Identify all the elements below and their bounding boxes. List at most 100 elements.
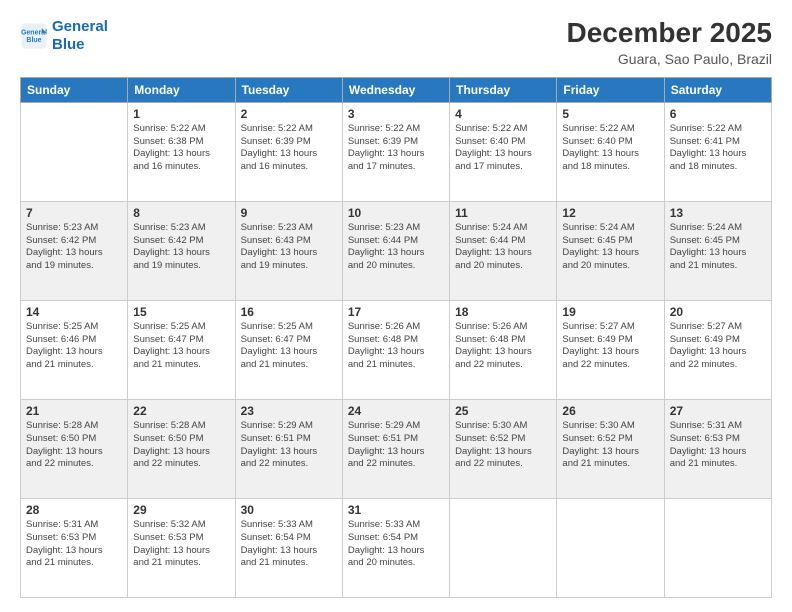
table-row: 21 Sunrise: 5:28 AM Sunset: 6:50 PM Dayli… — [21, 399, 128, 498]
logo-text-blue: Blue — [52, 36, 108, 54]
day-info: Sunrise: 5:26 AM Sunset: 6:48 PM Dayligh… — [455, 321, 551, 372]
table-row: 17Sunrise: 5:26 AM Sunset: 6:48 PM Dayli… — [342, 300, 449, 399]
subtitle: Guara, Sao Paulo, Brazil — [567, 51, 772, 67]
day-info: Sunrise: 5:25 AM Sunset: 6:47 PM Dayligh… — [133, 321, 229, 372]
day-number: 19 — [562, 305, 658, 319]
day-number: 25 — [455, 404, 551, 418]
day-info: Sunrise: 5:22 AM Sunset: 6:39 PM Dayligh… — [241, 123, 337, 174]
table-row: 15 Sunrise: 5:25 AM Sunset: 6:47 PM Dayli… — [128, 300, 235, 399]
day-info: Sunrise: 5:28 AM Sunset: 6:50 PM Dayligh… — [133, 420, 229, 471]
day-number: 10 — [348, 206, 444, 220]
header-sunday: Sunday — [21, 77, 128, 102]
day-number: 14 — [26, 305, 122, 319]
day-number: 29 — [133, 503, 229, 517]
day-info: Sunrise: 5:27 AM Sunset: 6:49 PM Dayligh… — [562, 321, 658, 372]
day-number: 9 — [241, 206, 337, 220]
table-row: 5 Sunrise: 5:22 AM Sunset: 6:40 PM Daylig… — [557, 102, 664, 201]
table-row: 29 Sunrise: 5:32 AM Sunset: 6:53 PM Dayli… — [128, 498, 235, 597]
day-info: Sunrise: 5:23 AM Sunset: 6:43 PM Dayligh… — [241, 222, 337, 273]
day-info: Sunrise: 5:33 AM Sunset: 6:54 PM Dayligh… — [348, 519, 444, 570]
day-number: 7 — [26, 206, 122, 220]
day-info: Sunrise: 5:30 AM Sunset: 6:52 PM Dayligh… — [455, 420, 551, 471]
day-info: Sunrise: 5:22 AM Sunset: 6:41 PM Dayligh… — [670, 123, 766, 174]
day-info: Sunrise: 5:30 AM Sunset: 6:52 PM Dayligh… — [562, 420, 658, 471]
calendar-week-row: 14Sunrise: 5:25 AM Sunset: 6:46 PM Dayli… — [21, 300, 772, 399]
table-row: 27Sunrise: 5:31 AM Sunset: 6:53 PM Dayli… — [664, 399, 771, 498]
day-number: 20 — [670, 305, 766, 319]
day-number: 17 — [348, 305, 444, 319]
svg-text:Blue: Blue — [26, 37, 41, 44]
day-number: 26 — [562, 404, 658, 418]
table-row: 4 Sunrise: 5:22 AM Sunset: 6:40 PM Daylig… — [450, 102, 557, 201]
day-number: 24 — [348, 404, 444, 418]
table-row: 31 Sunrise: 5:33 AM Sunset: 6:54 PM Dayli… — [342, 498, 449, 597]
day-number: 8 — [133, 206, 229, 220]
header-friday: Friday — [557, 77, 664, 102]
day-number: 1 — [133, 107, 229, 121]
table-row: 3 Sunrise: 5:22 AM Sunset: 6:39 PM Daylig… — [342, 102, 449, 201]
table-row: 28Sunrise: 5:31 AM Sunset: 6:53 PM Dayli… — [21, 498, 128, 597]
table-row: 16Sunrise: 5:25 AM Sunset: 6:47 PM Dayli… — [235, 300, 342, 399]
table-row: 10 Sunrise: 5:23 AM Sunset: 6:44 PM Dayli… — [342, 201, 449, 300]
table-row: 14Sunrise: 5:25 AM Sunset: 6:46 PM Dayli… — [21, 300, 128, 399]
table-row: 19 Sunrise: 5:27 AM Sunset: 6:49 PM Dayli… — [557, 300, 664, 399]
day-info: Sunrise: 5:24 AM Sunset: 6:45 PM Dayligh… — [670, 222, 766, 273]
table-row: 9 Sunrise: 5:23 AM Sunset: 6:43 PM Daylig… — [235, 201, 342, 300]
day-number: 6 — [670, 107, 766, 121]
day-info: Sunrise: 5:24 AM Sunset: 6:44 PM Dayligh… — [455, 222, 551, 273]
day-info: Sunrise: 5:27 AM Sunset: 6:49 PM Dayligh… — [670, 321, 766, 372]
main-title: December 2025 — [567, 18, 772, 49]
day-info: Sunrise: 5:29 AM Sunset: 6:51 PM Dayligh… — [348, 420, 444, 471]
table-row: 18 Sunrise: 5:26 AM Sunset: 6:48 PM Dayli… — [450, 300, 557, 399]
day-number: 2 — [241, 107, 337, 121]
day-info: Sunrise: 5:28 AM Sunset: 6:50 PM Dayligh… — [26, 420, 122, 471]
table-row: 26 Sunrise: 5:30 AM Sunset: 6:52 PM Dayli… — [557, 399, 664, 498]
title-block: December 2025 Guara, Sao Paulo, Brazil — [567, 18, 772, 67]
day-info: Sunrise: 5:23 AM Sunset: 6:42 PM Dayligh… — [26, 222, 122, 273]
day-number: 18 — [455, 305, 551, 319]
day-info: Sunrise: 5:33 AM Sunset: 6:54 PM Dayligh… — [241, 519, 337, 570]
day-info: Sunrise: 5:22 AM Sunset: 6:39 PM Dayligh… — [348, 123, 444, 174]
day-number: 31 — [348, 503, 444, 517]
table-row: 11 Sunrise: 5:24 AM Sunset: 6:44 PM Dayli… — [450, 201, 557, 300]
day-number: 27 — [670, 404, 766, 418]
header-saturday: Saturday — [664, 77, 771, 102]
calendar-week-row: 28Sunrise: 5:31 AM Sunset: 6:53 PM Dayli… — [21, 498, 772, 597]
calendar-week-row: 1Sunrise: 5:22 AM Sunset: 6:38 PM Daylig… — [21, 102, 772, 201]
day-number: 5 — [562, 107, 658, 121]
table-row: 23Sunrise: 5:29 AM Sunset: 6:51 PM Dayli… — [235, 399, 342, 498]
header: General Blue General Blue December 2025 … — [20, 18, 772, 67]
calendar-table: Sunday Monday Tuesday Wednesday Thursday… — [20, 77, 772, 598]
day-info: Sunrise: 5:22 AM Sunset: 6:40 PM Dayligh… — [562, 123, 658, 174]
table-row: 7 Sunrise: 5:23 AM Sunset: 6:42 PM Daylig… — [21, 201, 128, 300]
day-number: 11 — [455, 206, 551, 220]
table-row: 24 Sunrise: 5:29 AM Sunset: 6:51 PM Dayli… — [342, 399, 449, 498]
table-row: 2 Sunrise: 5:22 AM Sunset: 6:39 PM Daylig… — [235, 102, 342, 201]
table-row: 20 Sunrise: 5:27 AM Sunset: 6:49 PM Dayli… — [664, 300, 771, 399]
day-number: 3 — [348, 107, 444, 121]
table-row: 30Sunrise: 5:33 AM Sunset: 6:54 PM Dayli… — [235, 498, 342, 597]
day-info: Sunrise: 5:25 AM Sunset: 6:47 PM Dayligh… — [241, 321, 337, 372]
table-row: 6 Sunrise: 5:22 AM Sunset: 6:41 PM Daylig… — [664, 102, 771, 201]
day-info: Sunrise: 5:32 AM Sunset: 6:53 PM Dayligh… — [133, 519, 229, 570]
logo-text-general: General — [52, 18, 108, 36]
day-info: Sunrise: 5:29 AM Sunset: 6:51 PM Dayligh… — [241, 420, 337, 471]
calendar-week-row: 21 Sunrise: 5:28 AM Sunset: 6:50 PM Dayli… — [21, 399, 772, 498]
day-info: Sunrise: 5:22 AM Sunset: 6:40 PM Dayligh… — [455, 123, 551, 174]
day-number: 15 — [133, 305, 229, 319]
header-wednesday: Wednesday — [342, 77, 449, 102]
logo-icon: General Blue — [20, 22, 48, 50]
table-row: 22Sunrise: 5:28 AM Sunset: 6:50 PM Dayli… — [128, 399, 235, 498]
logo: General Blue General Blue — [20, 18, 108, 54]
day-number: 4 — [455, 107, 551, 121]
day-info: Sunrise: 5:24 AM Sunset: 6:45 PM Dayligh… — [562, 222, 658, 273]
table-row: 25 Sunrise: 5:30 AM Sunset: 6:52 PM Dayli… — [450, 399, 557, 498]
calendar-header-row: Sunday Monday Tuesday Wednesday Thursday… — [21, 77, 772, 102]
day-number: 21 — [26, 404, 122, 418]
page: General Blue General Blue December 2025 … — [0, 0, 792, 612]
calendar-week-row: 7 Sunrise: 5:23 AM Sunset: 6:42 PM Daylig… — [21, 201, 772, 300]
header-monday: Monday — [128, 77, 235, 102]
day-info: Sunrise: 5:23 AM Sunset: 6:44 PM Dayligh… — [348, 222, 444, 273]
table-row — [21, 102, 128, 201]
table-row: 12Sunrise: 5:24 AM Sunset: 6:45 PM Dayli… — [557, 201, 664, 300]
